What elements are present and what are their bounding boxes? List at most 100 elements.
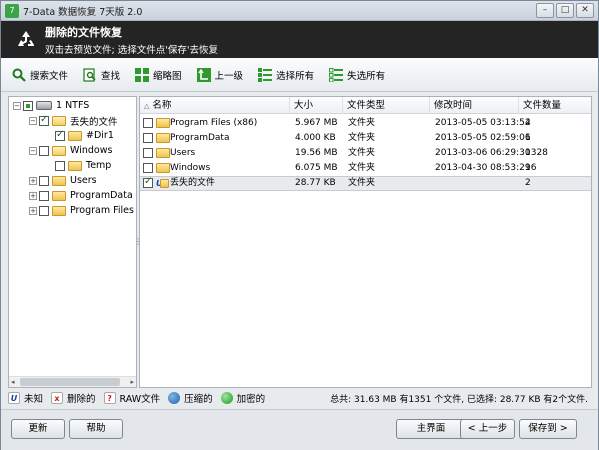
window-title: 7-Data 数据恢复 7天版 2.0 (23, 6, 143, 18)
tree-item-dir1[interactable]: #Dir1 (55, 128, 114, 143)
table-row-selected[interactable]: U 丢失的文件 28.77 KB 文件夹 2 (140, 176, 591, 191)
panel-splitter[interactable]: ⋮ (134, 237, 142, 249)
cell-type: 文件夹 (348, 148, 376, 158)
folder-icon (68, 160, 82, 171)
collapse-icon[interactable]: − (29, 116, 37, 125)
tree-item-label: ProgramData (70, 190, 133, 201)
tree-checkbox[interactable] (39, 175, 49, 186)
folder-icon (156, 133, 170, 143)
cell-type: 文件夹 (348, 178, 376, 188)
tree-item-users[interactable]: + Users (29, 173, 97, 188)
cell-count: 1328 (525, 148, 548, 158)
search-files-button[interactable]: 搜索文件 (11, 67, 68, 83)
tree-item-label: Program Files ( (70, 205, 137, 216)
status-bar: U 未知 x 删除的 ? RAW文件 压缩的 加密的 总共: 31.63 MB … (8, 390, 592, 406)
table-row[interactable]: Program Files (x86) 5.967 MB 文件夹 2013-05… (140, 116, 591, 131)
tree-item-label: Users (70, 175, 97, 186)
cell-modified: 2013-05-05 02:59:06 (435, 133, 531, 143)
tree-checkbox[interactable] (39, 145, 49, 156)
legend-encrypted-label: 加密的 (236, 394, 266, 405)
save-to-button[interactable]: 保存到 > (519, 419, 577, 439)
expand-icon[interactable]: + (29, 191, 37, 200)
table-row[interactable]: Users 19.56 MB 文件夹 2013-03-06 06:29:30 1… (140, 146, 591, 161)
tree-checkbox[interactable] (39, 114, 49, 126)
compressed-icon (168, 392, 181, 404)
cell-size: 6.075 MB (295, 163, 338, 173)
raw-icon: ? (103, 392, 116, 404)
table-row[interactable]: Windows 6.075 MB 文件夹 2013-04-30 08:53:29… (140, 161, 591, 176)
cell-modified: 2013-03-06 06:29:30 (435, 148, 531, 158)
select-all-button[interactable]: 选择所有 (257, 67, 314, 83)
scroll-thumb[interactable] (20, 378, 120, 386)
home-button[interactable]: 主界面 (396, 419, 466, 439)
tree-item-temp[interactable]: Temp (55, 158, 111, 173)
scroll-right-icon[interactable]: ▸ (130, 378, 134, 386)
legend-unknown-label: 未知 (24, 394, 44, 405)
legend-unknown: U 未知 (8, 391, 43, 405)
thumbnail-icon (134, 67, 150, 83)
row-checkbox[interactable] (143, 118, 153, 128)
folder-icon (156, 148, 170, 158)
column-header-modified[interactable]: 修改时间 (430, 97, 519, 114)
tree-item-lost-files[interactable]: − 丢失的文件 (29, 113, 118, 128)
thumbnail-label: 缩略图 (153, 70, 182, 82)
maximize-button[interactable]: □ (556, 3, 574, 18)
tree-checkbox[interactable] (39, 190, 49, 201)
column-header-count[interactable]: 文件数量 (519, 97, 591, 114)
find-icon (82, 67, 98, 83)
tree-checkbox[interactable] (23, 100, 33, 111)
column-header-size[interactable]: 大小 (290, 97, 343, 114)
row-checkbox[interactable] (143, 176, 153, 188)
find-button[interactable]: 查找 (82, 67, 120, 83)
deleted-icon: x (51, 392, 64, 404)
cell-type: 文件夹 (348, 163, 376, 173)
table-row[interactable]: ProgramData 4.000 KB 文件夹 2013-05-05 02:5… (140, 131, 591, 146)
deselect-all-button[interactable]: 失选所有 (328, 67, 385, 83)
tree-item-windows[interactable]: − Windows (29, 143, 112, 158)
folder-icon (156, 118, 170, 128)
collapse-icon[interactable]: − (29, 146, 37, 155)
tree-item-ntfs[interactable]: − 1 NTFS (13, 98, 89, 113)
update-button[interactable]: 更新 (11, 419, 65, 439)
back-button[interactable]: < 上一步 (460, 419, 515, 439)
help-button[interactable]: 帮助 (69, 419, 123, 439)
folder-icon (68, 130, 82, 141)
row-checkbox[interactable] (143, 133, 153, 143)
tree-item-label: 丢失的文件 (70, 116, 118, 128)
tree-item-programdata[interactable]: + ProgramData (29, 188, 133, 203)
file-list[interactable]: △ 名称 大小 文件类型 修改时间 文件数量 Program Files (x86… (139, 96, 592, 388)
column-header-name[interactable]: △ 名称 (140, 97, 290, 114)
search-files-label: 搜索文件 (30, 70, 69, 82)
search-icon (11, 67, 27, 83)
lost-folder-icon: U (156, 178, 169, 189)
tree-checkbox[interactable] (55, 160, 65, 171)
app-window: 7 7-Data 数据恢复 7天版 2.0 – □ ✕ 删除的文件恢复 双击去预… (0, 0, 599, 450)
tree-item-program-files[interactable]: + Program Files ( (29, 203, 137, 218)
folder-icon (52, 175, 66, 186)
scroll-left-icon[interactable]: ◂ (11, 378, 15, 386)
tree-item-label: Temp (86, 160, 112, 171)
legend-deleted-label: 删除的 (67, 394, 96, 405)
row-checkbox[interactable] (143, 163, 153, 173)
close-button[interactable]: ✕ (576, 3, 594, 18)
deselect-all-icon (328, 67, 344, 83)
tree-checkbox[interactable] (39, 205, 49, 216)
up-level-button[interactable]: 上一级 (196, 67, 243, 83)
folder-tree[interactable]: − 1 NTFS − 丢失的文件 #Dir1 − Windows Temp (8, 96, 137, 388)
banner-subtitle: 双击去预览文件; 选择文件点'保存'去恢复 (45, 44, 218, 56)
legend-raw-label: RAW文件 (119, 394, 161, 405)
table-header: △ 名称 大小 文件类型 修改时间 文件数量 (140, 97, 591, 114)
toolbar: 搜索文件 查找 缩略图 上一级 选择所有 失选所有 (1, 58, 598, 92)
window-controls: – □ ✕ (536, 3, 594, 18)
minimize-button[interactable]: – (536, 3, 554, 18)
expand-icon[interactable]: + (29, 206, 37, 215)
cell-size: 19.56 MB (295, 148, 338, 158)
horizontal-scrollbar[interactable]: ◂ ▸ (9, 376, 136, 387)
column-header-type[interactable]: 文件类型 (343, 97, 430, 114)
cell-count: 16 (525, 163, 537, 173)
thumbnail-button[interactable]: 缩略图 (134, 67, 182, 83)
tree-checkbox[interactable] (55, 129, 65, 141)
collapse-icon[interactable]: − (13, 101, 21, 110)
row-checkbox[interactable] (143, 148, 153, 158)
expand-icon[interactable]: + (29, 176, 37, 185)
